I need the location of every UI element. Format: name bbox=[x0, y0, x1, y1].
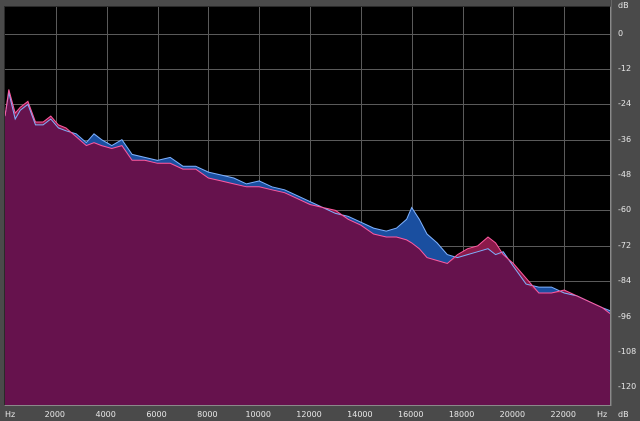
y-tick-label-7: -84 bbox=[618, 276, 632, 286]
x-unit-label-left: Hz bbox=[5, 410, 16, 419]
y-unit-label-bottom: dB bbox=[618, 410, 629, 419]
y-tick-label-0: 0 bbox=[618, 28, 624, 38]
y-tick-label-3: -36 bbox=[618, 134, 632, 144]
y-tick-label-9: -108 bbox=[618, 346, 637, 356]
y-tick-label-10: -120 bbox=[618, 382, 637, 392]
x-tick-label-10: 22000 bbox=[550, 410, 576, 419]
x-tick-label-5: 12000 bbox=[296, 410, 322, 419]
x-tick-label-6: 14000 bbox=[347, 410, 373, 419]
spectrum-analysis-panel: 0 -12 -24 -36 -48 -60 -72 -84 -96 -108 -120 dB dB 200… bbox=[0, 0, 640, 421]
spectrum-plot bbox=[5, 7, 610, 405]
y-tick-label-5: -60 bbox=[618, 205, 632, 215]
x-tick-label-0: 2000 bbox=[44, 410, 66, 419]
frequency-plot-area[interactable] bbox=[4, 6, 611, 406]
x-tick-label-8: 18000 bbox=[448, 410, 475, 419]
y-tick-label-4: -48 bbox=[618, 170, 632, 180]
y-tick-label-6: -72 bbox=[618, 240, 632, 250]
x-tick-label-9: 20000 bbox=[499, 410, 526, 419]
y-tick-label-2: -24 bbox=[618, 99, 632, 109]
x-unit-label-right: Hz bbox=[597, 410, 608, 419]
x-tick-label-3: 8000 bbox=[197, 410, 218, 419]
x-tick-label-1: 4000 bbox=[95, 410, 116, 419]
y-tick-label-1: -12 bbox=[618, 63, 632, 73]
y-tick-label-8: -96 bbox=[618, 311, 632, 321]
x-tick-label-2: 6000 bbox=[146, 410, 167, 419]
x-tick-label-4: 10000 bbox=[245, 410, 271, 419]
db-axis bbox=[611, 0, 640, 406]
x-tick-label-7: 16000 bbox=[397, 410, 424, 419]
y-unit-label-top: dB bbox=[618, 1, 629, 10]
